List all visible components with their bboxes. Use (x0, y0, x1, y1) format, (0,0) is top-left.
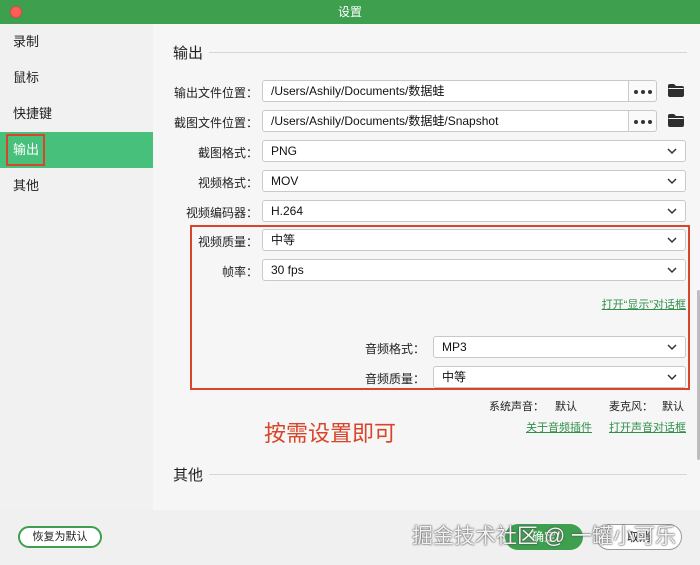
highlight-box (6, 134, 45, 166)
folder-icon[interactable] (668, 84, 684, 97)
footer-bar: 恢复为默认 确定 取消 掘金技术社区 @ 一罐小可乐 (0, 510, 700, 565)
open-sound-dialog-link[interactable]: 打开声音对话框 (609, 419, 686, 435)
frame-rate-select[interactable]: 30 fps (262, 259, 686, 281)
screenshot-format-select[interactable]: PNG (262, 140, 686, 162)
open-display-dialog-link[interactable]: 打开“显示”对话框 (602, 296, 686, 312)
browse-screenshot-button[interactable] (629, 110, 657, 132)
select-value: MP3 (442, 340, 467, 354)
reset-default-button[interactable]: 恢复为默认 (18, 526, 102, 548)
chevron-down-icon (667, 344, 677, 351)
sidebar-item-label: 快捷键 (13, 106, 53, 121)
select-value: PNG (271, 144, 298, 158)
video-quality-label: 视频质量： (197, 235, 258, 249)
output-path-label: 输出文件位置： (173, 86, 258, 100)
chevron-down-icon (667, 208, 677, 215)
watermark: 掘金技术社区 @ 一罐小可乐 (412, 525, 676, 548)
video-encoder-label: 视频编码器： (185, 206, 258, 220)
chevron-down-icon (667, 267, 677, 274)
select-value: H.264 (271, 204, 304, 218)
video-format-label: 视频格式： (197, 176, 258, 190)
screenshot-format-label: 截图格式： (197, 146, 258, 160)
audio-quality-select[interactable]: 中等 (433, 366, 686, 388)
close-window-button[interactable] (10, 6, 22, 18)
video-format-select[interactable]: MOV (262, 170, 686, 192)
audio-format-label: 音频格式： (364, 342, 425, 356)
annotation-text: 按需设置即可 (264, 421, 397, 446)
section-title-other: 其他 (173, 467, 204, 484)
microphone-label: 麦克风： (609, 401, 653, 413)
section-divider (209, 474, 687, 475)
screenshot-path-field[interactable]: /Users/Ashily/Documents/数据蛙/Snapshot (262, 110, 629, 132)
output-path-field[interactable]: /Users/Ashily/Documents/数据蛙 (262, 80, 629, 102)
sidebar-item-label: 鼠标 (13, 70, 40, 85)
sidebar: 录制 鼠标 快捷键 输出 其他 (0, 24, 153, 510)
frame-rate-label: 帧率： (221, 265, 258, 279)
chevron-down-icon (667, 374, 677, 381)
system-sound-label: 系统声音： (489, 401, 544, 413)
chevron-down-icon (667, 148, 677, 155)
section-divider (209, 52, 687, 53)
sidebar-item-other[interactable]: 其他 (0, 168, 153, 204)
screenshot-path-label: 截图文件位置： (173, 116, 258, 130)
sidebar-item-shortcuts[interactable]: 快捷键 (0, 96, 153, 132)
system-sound-value: 默认 (555, 401, 577, 413)
sidebar-item-label: 录制 (13, 34, 40, 49)
sidebar-item-record[interactable]: 录制 (0, 24, 153, 60)
select-value: 中等 (271, 233, 296, 247)
audio-quality-label: 音频质量： (364, 372, 425, 386)
audio-plugin-link[interactable]: 关于音频插件 (526, 419, 592, 435)
select-value: MOV (271, 174, 299, 188)
chevron-down-icon (667, 178, 677, 185)
audio-format-select[interactable]: MP3 (433, 336, 686, 358)
sidebar-item-output[interactable]: 输出 (0, 132, 153, 168)
select-value: 中等 (442, 370, 467, 384)
sidebar-item-label: 其他 (13, 178, 40, 193)
settings-panel: 输出 输出文件位置： /Users/Ashily/Documents/数据蛙 截… (153, 24, 700, 510)
folder-icon[interactable] (668, 114, 684, 127)
video-quality-select[interactable]: 中等 (262, 229, 686, 251)
window-title: 设置 (337, 5, 362, 19)
microphone-value: 默认 (662, 401, 684, 413)
video-encoder-select[interactable]: H.264 (262, 200, 686, 222)
sidebar-item-mouse[interactable]: 鼠标 (0, 60, 153, 96)
select-value: 30 fps (271, 263, 304, 277)
chevron-down-icon (667, 237, 677, 244)
browse-output-button[interactable] (629, 80, 657, 102)
section-title-output: 输出 (173, 45, 204, 62)
title-bar: 设置 (0, 0, 700, 24)
